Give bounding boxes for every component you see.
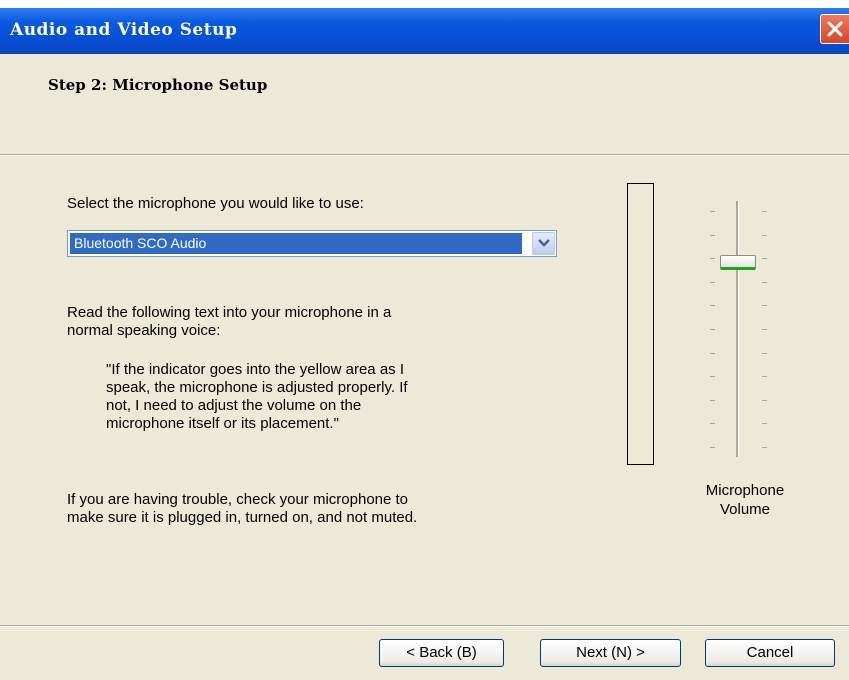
volume-label-line2: Volume bbox=[719, 501, 771, 518]
trouble-line1: If you are having trouble, check your mi… bbox=[67, 491, 409, 508]
slider-tick bbox=[710, 235, 715, 236]
slider-tick bbox=[762, 376, 767, 377]
slider-tick bbox=[710, 211, 715, 212]
slider-tick bbox=[762, 353, 767, 354]
dropdown-button[interactable] bbox=[532, 232, 555, 255]
quote-line1: "If the indicator goes into the yellow a… bbox=[106, 361, 404, 378]
slider-tick bbox=[710, 258, 715, 259]
step-title: Step 2: Microphone Setup bbox=[48, 76, 268, 94]
quote-line3: not, I need to adjust the volume on the bbox=[106, 397, 362, 414]
volume-label-line1: Microphone bbox=[705, 482, 785, 499]
quote-line2: speak, the microphone is adjusted proper… bbox=[106, 379, 408, 396]
slider-tick bbox=[710, 447, 715, 448]
slider-tick bbox=[762, 305, 767, 306]
slider-tick bbox=[762, 211, 767, 212]
slider-tick bbox=[710, 423, 715, 424]
dialog-body: Step 2: Microphone Setup Select the micr… bbox=[0, 54, 849, 680]
chevron-down-icon bbox=[538, 239, 550, 247]
next-button[interactable]: Next (N) > bbox=[540, 639, 681, 667]
close-button[interactable] bbox=[820, 14, 849, 44]
header-divider bbox=[0, 154, 849, 156]
select-prompt: Select the microphone you would like to … bbox=[67, 195, 364, 212]
microphone-select[interactable]: Bluetooth SCO Audio bbox=[67, 230, 557, 257]
cancel-button[interactable]: Cancel bbox=[705, 639, 835, 667]
slider-tick bbox=[710, 305, 715, 306]
slider-thumb[interactable] bbox=[720, 255, 756, 270]
read-instruction-line2: normal speaking voice: bbox=[67, 322, 221, 339]
window-title: Audio and Video Setup bbox=[10, 20, 238, 40]
close-x-icon bbox=[827, 21, 843, 37]
input-level-meter bbox=[627, 183, 654, 465]
read-instruction-line1: Read the following text into your microp… bbox=[67, 304, 392, 321]
slider-tick bbox=[762, 329, 767, 330]
slider-tick bbox=[710, 329, 715, 330]
slider-tick bbox=[710, 353, 715, 354]
microphone-volume-slider[interactable] bbox=[700, 195, 780, 459]
slider-track bbox=[736, 201, 739, 457]
title-bar[interactable]: Audio and Video Setup bbox=[0, 8, 849, 54]
quote-line4: microphone itself or its placement." bbox=[106, 415, 339, 432]
slider-tick bbox=[710, 282, 715, 283]
slider-tick bbox=[762, 282, 767, 283]
footer-divider bbox=[0, 625, 849, 627]
slider-tick bbox=[762, 423, 767, 424]
volume-label: Microphone Volume bbox=[680, 481, 810, 519]
trouble-line2: make sure it is plugged in, turned on, a… bbox=[67, 509, 418, 526]
slider-tick bbox=[710, 400, 715, 401]
back-button[interactable]: < Back (B) bbox=[379, 639, 504, 667]
slider-tick bbox=[762, 447, 767, 448]
wizard-header: Step 2: Microphone Setup bbox=[0, 54, 849, 154]
slider-tick bbox=[710, 376, 715, 377]
slider-tick bbox=[762, 235, 767, 236]
slider-tick bbox=[762, 258, 767, 259]
microphone-select-value: Bluetooth SCO Audio bbox=[69, 232, 523, 255]
slider-tick bbox=[762, 400, 767, 401]
